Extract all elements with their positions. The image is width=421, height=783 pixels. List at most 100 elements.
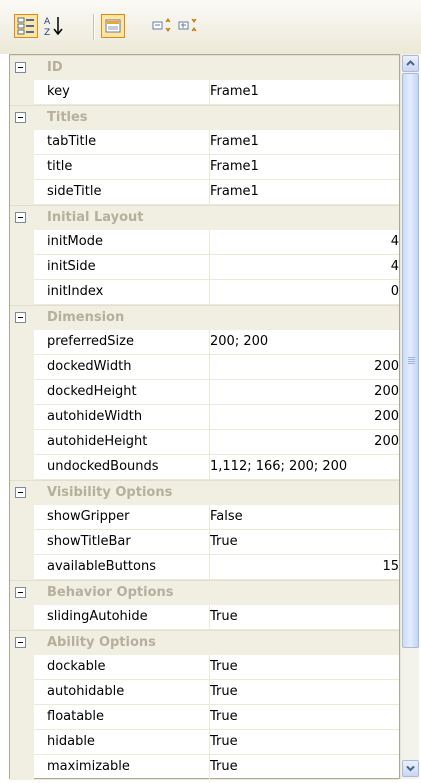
collapse-toggle-icon[interactable]: [15, 62, 26, 73]
property-row[interactable]: showTitleBar True: [10, 530, 399, 555]
property-value-cell[interactable]: 15: [210, 555, 399, 580]
property-name-cell[interactable]: maximizable: [34, 755, 210, 780]
category-row[interactable]: Visibility Options: [10, 480, 399, 505]
property-row[interactable]: dockable True: [10, 655, 399, 680]
property-name-cell[interactable]: hidable: [34, 730, 210, 755]
scroll-down-button[interactable]: [402, 760, 419, 777]
property-name-cell[interactable]: availableButtons: [34, 555, 210, 580]
property-name: dockable: [47, 659, 106, 674]
property-row[interactable]: hidable True: [10, 730, 399, 755]
property-name-cell[interactable]: autohideHeight: [34, 430, 210, 455]
property-value-cell[interactable]: 200: [210, 380, 399, 405]
property-name-cell[interactable]: initSide: [34, 255, 210, 280]
property-name-cell[interactable]: tabTitle: [34, 130, 210, 155]
scroll-up-button[interactable]: [402, 55, 419, 72]
collapse-toggle-icon[interactable]: [15, 112, 26, 123]
property-row[interactable]: dockedWidth 200: [10, 355, 399, 380]
property-name-cell[interactable]: undockedBounds: [34, 455, 210, 480]
property-name-cell[interactable]: autohideWidth: [34, 405, 210, 430]
row-margin: [10, 730, 34, 755]
property-value-cell[interactable]: True: [210, 680, 399, 705]
collapse-all-icon: [178, 18, 197, 32]
property-value-cell[interactable]: True: [210, 755, 399, 780]
property-row[interactable]: undockedBounds 1,112; 166; 200; 200: [10, 455, 399, 480]
property-value: 200: [374, 434, 399, 449]
property-value-cell[interactable]: Frame1: [210, 180, 399, 205]
collapse-all-button[interactable]: [176, 14, 200, 38]
expand-all-button[interactable]: [150, 14, 174, 38]
property-name-cell[interactable]: dockedWidth: [34, 355, 210, 380]
property-row[interactable]: preferredSize 200; 200: [10, 330, 399, 355]
property-value-cell[interactable]: True: [210, 605, 399, 630]
categorized-button[interactable]: [14, 14, 38, 38]
property-name-cell[interactable]: dockedHeight: [34, 380, 210, 405]
property-row[interactable]: initIndex 0: [10, 280, 399, 305]
property-name-cell[interactable]: dockable: [34, 655, 210, 680]
property-name-cell[interactable]: title: [34, 155, 210, 180]
property-value-cell[interactable]: 0: [210, 280, 399, 305]
property-row[interactable]: key Frame1: [10, 80, 399, 105]
category-row[interactable]: Initial Layout: [10, 205, 399, 230]
property-name-cell[interactable]: autohidable: [34, 680, 210, 705]
property-name-cell[interactable]: slidingAutohide: [34, 605, 210, 630]
vertical-scrollbar[interactable]: [400, 54, 419, 779]
property-name-cell[interactable]: sideTitle: [34, 180, 210, 205]
property-value-cell[interactable]: False: [210, 505, 399, 530]
property-value-cell[interactable]: 200: [210, 355, 399, 380]
property-name-cell[interactable]: preferredSize: [34, 330, 210, 355]
property-value-cell[interactable]: True: [210, 655, 399, 680]
property-value-cell[interactable]: 200; 200: [210, 330, 399, 355]
property-row[interactable]: initMode 4: [10, 230, 399, 255]
svg-text:A: A: [44, 17, 51, 27]
property-value-cell[interactable]: True: [210, 730, 399, 755]
property-row[interactable]: floatable True: [10, 705, 399, 730]
property-value-cell[interactable]: Frame1: [210, 155, 399, 180]
collapse-toggle-icon[interactable]: [15, 312, 26, 323]
property-row[interactable]: sideTitle Frame1: [10, 180, 399, 205]
property-row[interactable]: autohidable True: [10, 680, 399, 705]
property-row[interactable]: slidingAutohide True: [10, 605, 399, 630]
property-row[interactable]: tabTitle Frame1: [10, 130, 399, 155]
property-row[interactable]: autohideHeight 200: [10, 430, 399, 455]
property-name-cell[interactable]: key: [34, 80, 210, 105]
property-value-cell[interactable]: 1,112; 166; 200; 200: [210, 455, 399, 480]
collapse-toggle-icon[interactable]: [15, 587, 26, 598]
property-value-cell[interactable]: 4: [210, 255, 399, 280]
collapse-toggle-icon[interactable]: [15, 637, 26, 648]
property-value-cell[interactable]: 200: [210, 405, 399, 430]
category-row[interactable]: Ability Options: [10, 630, 399, 655]
property-name-cell[interactable]: initMode: [34, 230, 210, 255]
property-value-cell[interactable]: 4: [210, 230, 399, 255]
property-row[interactable]: autohideWidth 200: [10, 405, 399, 430]
property-row[interactable]: showGripper False: [10, 505, 399, 530]
collapse-toggle-icon[interactable]: [15, 487, 26, 498]
property-value-cell[interactable]: Frame1: [210, 80, 399, 105]
property-name: floatable: [47, 709, 105, 724]
category-row[interactable]: Behavior Options: [10, 580, 399, 605]
property-value-cell[interactable]: 200: [210, 430, 399, 455]
property-value-cell[interactable]: True: [210, 705, 399, 730]
properties-button[interactable]: [101, 14, 125, 38]
property-name-cell[interactable]: showGripper: [34, 505, 210, 530]
category-row[interactable]: Titles: [10, 105, 399, 130]
property-row[interactable]: title Frame1: [10, 155, 399, 180]
category-row[interactable]: ID: [10, 55, 399, 80]
property-row[interactable]: availableButtons 15: [10, 555, 399, 580]
property-name-cell[interactable]: showTitleBar: [34, 530, 210, 555]
property-row[interactable]: dockedHeight 200: [10, 380, 399, 405]
property-row[interactable]: maximizable True: [10, 755, 399, 780]
categorized-icon: [17, 17, 34, 35]
category-row[interactable]: Dimension: [10, 305, 399, 330]
property-value-cell[interactable]: Frame1: [210, 130, 399, 155]
row-margin: [10, 155, 34, 180]
property-row[interactable]: initSide 4: [10, 255, 399, 280]
collapse-toggle-icon[interactable]: [15, 212, 26, 223]
alphabetical-button[interactable]: A Z: [42, 14, 66, 38]
property-value-cell[interactable]: True: [210, 530, 399, 555]
category-margin: [10, 581, 34, 605]
property-name-cell[interactable]: floatable: [34, 705, 210, 730]
property-name: showGripper: [47, 509, 130, 524]
property-name: initMode: [47, 234, 103, 249]
scroll-thumb[interactable]: [402, 73, 419, 648]
property-name-cell[interactable]: initIndex: [34, 280, 210, 305]
